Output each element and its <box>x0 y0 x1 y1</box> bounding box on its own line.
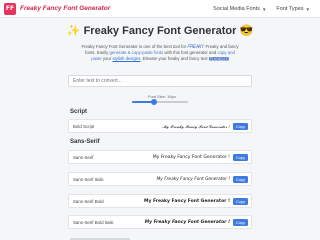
font-style-label: Sans-Serif Bold <box>73 198 104 204</box>
copy-button[interactable]: Copy <box>233 153 248 161</box>
font-row: Sans-Serif Bold Italic My Freaky Fancy F… <box>68 215 252 229</box>
section-title-sans-serif: Sans-Serif <box>70 139 100 145</box>
top-navbar: FF Freaky Fancy Font Generator Social Me… <box>0 0 320 18</box>
font-size-slider[interactable] <box>132 99 188 105</box>
menu-label: Social Media Fonts <box>213 6 260 12</box>
desc-text: . Elevate your freaky and fancy text <box>140 56 209 61</box>
chevron-down-icon: ▼ <box>305 6 310 12</box>
brand-title[interactable]: Freaky Fancy Font Generator <box>20 5 110 12</box>
copy-button[interactable]: Copy <box>233 175 248 183</box>
font-preview[interactable]: 𝓜𝔂 𝓕𝓻𝓮𝓪𝓴𝔂 𝓕𝓪𝓷𝓬𝔂 𝓕𝓸𝓷𝓽 𝓖𝓮𝓷𝓮𝓻𝓪𝓽𝓸𝓻 ! <box>162 124 230 129</box>
font-row: Bold Script 𝓜𝔂 𝓕𝓻𝓮𝓪𝓴𝔂 𝓕𝓪𝓷𝓬𝔂 𝓕𝓸𝓷𝓽 𝓖𝓮𝓷𝓮𝓻𝓪𝓽… <box>68 119 252 133</box>
desc-fancy-text: generate & copy-paste fonts <box>109 50 164 55</box>
copy-button[interactable]: Copy <box>233 197 248 205</box>
font-row: Sans-Serif My Freaky Fancy Font Generato… <box>68 150 252 164</box>
desc-text: your <box>101 56 113 61</box>
page-title: ✨ Freaky Fancy Font Generator 😎 <box>66 25 254 37</box>
font-preview[interactable]: My Freaky Fancy Font Generator ! <box>144 199 230 204</box>
chevron-down-icon: ▼ <box>261 6 267 12</box>
logo-text: FF <box>5 5 15 12</box>
menu-social-media-fonts[interactable]: Social Media Fonts ▼ <box>213 6 266 12</box>
font-size-caption: Font Size: <box>148 94 167 99</box>
slider-thumb[interactable] <box>151 99 158 105</box>
font-preview[interactable]: My Freaky Fancy Font Generator ! <box>153 155 230 160</box>
desc-link[interactable]: stylish designs <box>112 56 140 61</box>
text-input[interactable] <box>68 75 252 87</box>
copy-button[interactable]: Copy <box>233 218 248 226</box>
font-size-value: 16px <box>167 94 176 99</box>
font-preview[interactable]: My Freaky Fancy Font Generator ! <box>157 177 230 182</box>
font-row: Sans-Serif Bold My Freaky Fancy Font Gen… <box>68 194 252 208</box>
desc-text: Freaky Fancy Font Generator is one of th… <box>81 44 188 49</box>
copy-button[interactable]: Copy <box>233 122 248 130</box>
font-style-label: Bold Script <box>73 123 95 129</box>
desc-emoji-text: 🅵🅰🅽🅲🆈 <box>208 56 229 61</box>
font-preview[interactable]: My Freaky Fancy Font Generator ! <box>145 220 230 225</box>
font-style-label: Sans-Serif <box>73 154 94 160</box>
menu-font-types[interactable]: Font Types ▼ <box>276 6 310 12</box>
desc-text: with this font generator and <box>163 50 218 55</box>
nav-menu: Social Media Fonts ▼ Font Types ▼ <box>213 0 310 18</box>
font-style-label: Sans-Serif Italic <box>73 176 104 182</box>
menu-label: Font Types <box>276 6 304 12</box>
logo-icon[interactable]: FF <box>4 2 16 15</box>
section-title-script: Script <box>70 109 88 115</box>
page-description: Freaky Fancy Font Generator is one of th… <box>80 44 240 62</box>
font-row: Sans-Serif Italic My Freaky Fancy Font G… <box>68 172 252 186</box>
font-style-label: Sans-Serif Bold Italic <box>73 219 114 225</box>
desc-fancy-text: 𝐹𝑅𝐸𝐴𝐾𝑌 <box>187 44 206 49</box>
